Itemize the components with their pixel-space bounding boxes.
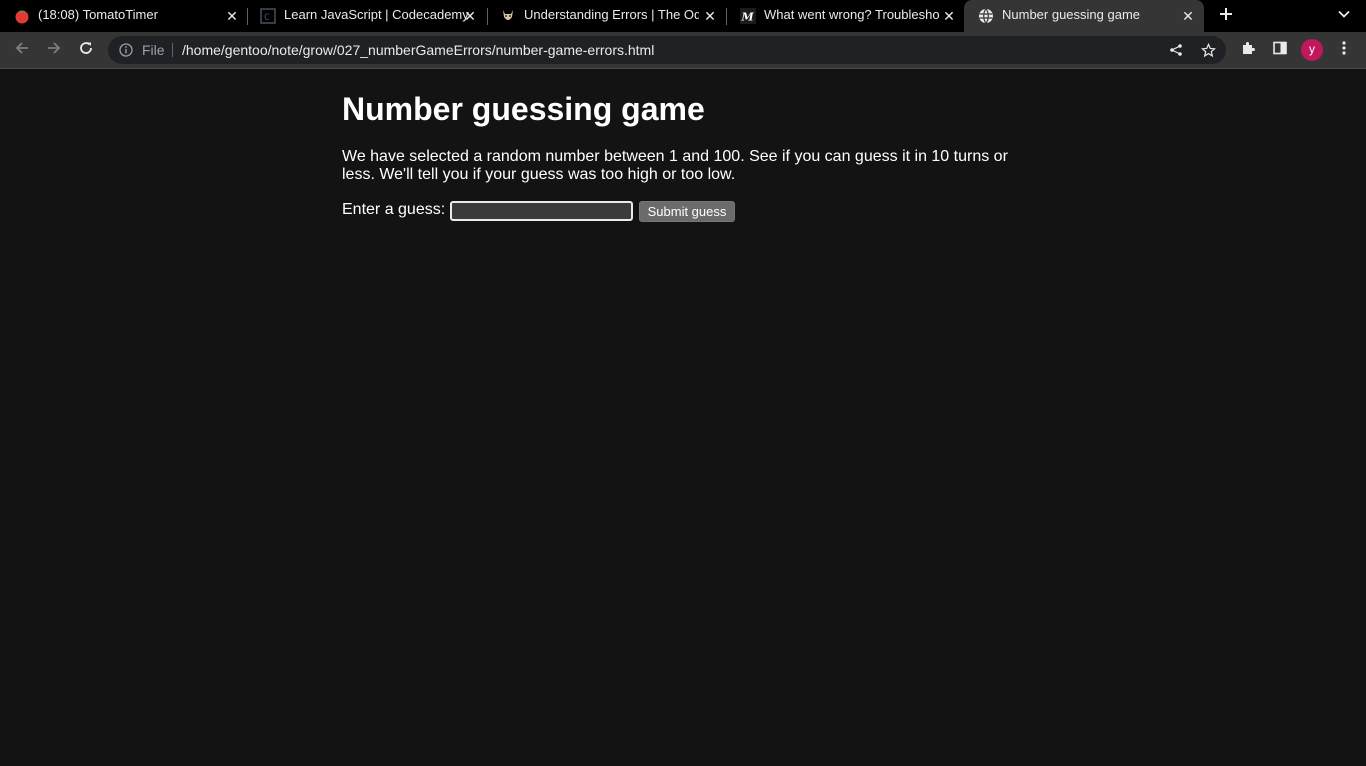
- tab-number-guessing-game[interactable]: Number guessing game ✕: [964, 0, 1204, 32]
- tab-odin-project[interactable]: Understanding Errors | The Odin Project …: [486, 0, 726, 32]
- side-panel-button[interactable]: [1266, 36, 1294, 64]
- tab-title: Learn JavaScript | Codecademy: [284, 7, 469, 22]
- browser-menu-button[interactable]: [1330, 36, 1358, 64]
- address-bar[interactable]: File /home/gentoo/note/grow/027_numberGa…: [108, 36, 1226, 64]
- codecademy-icon: C: [260, 8, 276, 24]
- side-panel-icon: [1272, 40, 1288, 61]
- bookmark-star-icon[interactable]: [1198, 40, 1218, 60]
- close-tab-icon[interactable]: ✕: [702, 8, 718, 24]
- tab-title: Understanding Errors | The Odin Project: [524, 7, 699, 22]
- new-tab-button[interactable]: [1214, 4, 1238, 28]
- tab-codecademy[interactable]: C Learn JavaScript | Codecademy ✕: [246, 0, 486, 32]
- globe-icon: [978, 8, 994, 24]
- info-icon[interactable]: [118, 42, 134, 58]
- tab-title: What went wrong? Troubleshooting JavaScr…: [764, 7, 940, 22]
- close-tab-icon[interactable]: ✕: [941, 8, 957, 24]
- chevron-down-icon: [1337, 7, 1351, 26]
- reload-icon: [78, 40, 94, 61]
- url-scheme-label: File: [142, 42, 165, 58]
- arrow-left-icon: [14, 40, 30, 61]
- kebab-menu-icon: [1336, 40, 1352, 61]
- guess-input[interactable]: [450, 201, 633, 221]
- game-instructions: We have selected a random number between…: [342, 148, 1008, 183]
- tab-search-button[interactable]: [1332, 4, 1356, 28]
- tab-mdn[interactable]: M What went wrong? Troubleshooting JavaS…: [726, 0, 964, 32]
- url-text[interactable]: /home/gentoo/note/grow/027_numberGameErr…: [182, 36, 654, 64]
- close-tab-icon[interactable]: ✕: [224, 8, 240, 24]
- share-icon[interactable]: [1166, 40, 1186, 60]
- tab-title: (18:08) TomatoTimer: [38, 7, 158, 22]
- browser-toolbar: File /home/gentoo/note/grow/027_numberGa…: [0, 32, 1366, 69]
- plus-icon: [1218, 6, 1234, 27]
- odin-project-icon: [500, 8, 516, 24]
- arrow-right-icon: [46, 40, 62, 61]
- tomato-icon: [14, 8, 30, 24]
- close-tab-icon[interactable]: ✕: [462, 8, 478, 24]
- back-button[interactable]: [8, 36, 36, 64]
- tab-tomatotimer[interactable]: (18:08) TomatoTimer ✕: [0, 0, 246, 32]
- page-title: Number guessing game: [342, 91, 705, 127]
- svg-text:M: M: [741, 11, 755, 24]
- submit-guess-button[interactable]: Submit guess: [639, 201, 735, 222]
- puzzle-piece-icon: [1240, 40, 1256, 61]
- guess-field-label: Enter a guess:: [342, 201, 446, 218]
- extensions-button[interactable]: [1234, 36, 1262, 64]
- omnibox-divider: [172, 43, 173, 57]
- guess-form: Enter a guess: Submit guess: [342, 200, 1032, 222]
- close-tab-icon[interactable]: ✕: [1180, 8, 1196, 24]
- page-viewport: Number guessing game We have selected a …: [0, 69, 1366, 766]
- mdn-icon: M: [740, 8, 756, 24]
- tab-title: Number guessing game: [1002, 7, 1141, 22]
- forward-button[interactable]: [40, 36, 68, 64]
- svg-text:C: C: [264, 13, 269, 23]
- tab-strip: (18:08) TomatoTimer ✕ C Learn JavaScript…: [0, 0, 1366, 32]
- profile-avatar[interactable]: y: [1301, 39, 1323, 61]
- reload-button[interactable]: [72, 36, 100, 64]
